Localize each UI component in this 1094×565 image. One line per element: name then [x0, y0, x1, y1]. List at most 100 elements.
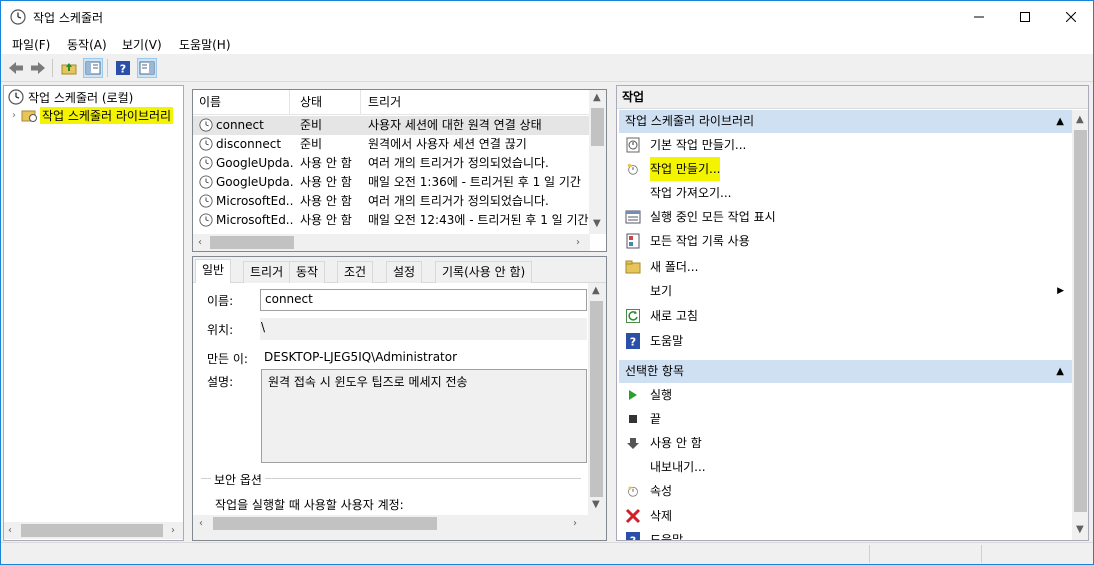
description-field[interactable]: 원격 접속 시 윈도우 팁즈로 메세지 전송: [261, 369, 587, 463]
status-cell: [981, 545, 1091, 563]
detail-vertical-scrollbar[interactable]: ▲ ▼: [588, 283, 605, 515]
scroll-right-icon[interactable]: ›: [573, 518, 577, 529]
action-end[interactable]: 끝: [619, 407, 1072, 431]
scroll-right-icon[interactable]: ›: [576, 237, 580, 248]
tree-horizontal-scrollbar[interactable]: ‹ ›: [4, 522, 183, 539]
tab-settings[interactable]: 설정: [386, 261, 423, 283]
column-header-status[interactable]: 상태: [294, 90, 361, 115]
back-button[interactable]: [6, 58, 26, 78]
scroll-up-icon[interactable]: ▲: [592, 285, 600, 296]
scroll-thumb[interactable]: [21, 524, 163, 537]
task-list-horizontal-scrollbar[interactable]: ‹ ›: [193, 234, 590, 251]
actions-pane: 작업 작업 스케줄러 라이브러리 ▲ 기본 작업 만들기... 작업 만들기..…: [616, 85, 1089, 541]
task-status: 준비: [300, 137, 323, 151]
scroll-thumb[interactable]: [210, 236, 294, 249]
task-name: MicrosoftEd...: [216, 194, 294, 208]
scroll-thumb[interactable]: [1074, 130, 1087, 512]
menu-view[interactable]: 보기(V): [122, 36, 162, 53]
task-trigger: 여러 개의 트리거가 정의되었습니다.: [368, 194, 549, 208]
action-new-folder[interactable]: 새 폴더...: [619, 255, 1072, 279]
column-header-name[interactable]: 이름: [193, 90, 290, 115]
scroll-up-icon[interactable]: ▲: [1076, 114, 1084, 125]
action-export[interactable]: 내보내기...: [619, 455, 1072, 479]
tab-triggers[interactable]: 트리거: [243, 261, 291, 283]
clock-app-icon: [10, 9, 26, 25]
title-bar[interactable]: 작업 스케줄러: [1, 1, 1093, 32]
task-list-vertical-scrollbar[interactable]: ▲ ▼: [589, 90, 606, 234]
scroll-down-icon[interactable]: ▼: [593, 218, 601, 229]
action-create-task[interactable]: 작업 만들기...: [619, 157, 1072, 181]
action-help-selected[interactable]: ? 도움말: [619, 528, 1072, 540]
menu-file[interactable]: 파일(F): [12, 36, 50, 53]
task-trigger: 사용자 세션에 대한 원격 연결 상태: [368, 118, 542, 132]
help-button[interactable]: ?: [113, 58, 133, 78]
close-button[interactable]: [1048, 1, 1093, 32]
scroll-up-icon[interactable]: ▲: [593, 92, 601, 103]
tab-history[interactable]: 기록(사용 안 함): [435, 261, 533, 283]
chevron-right-icon[interactable]: ›: [12, 110, 16, 121]
general-tab-content: 이름: connect 위치: \ 만든 이: DESKTOP-LJEG5IQ\…: [193, 283, 588, 515]
task-trigger: 원격에서 사용자 세션 연결 끊기: [368, 137, 527, 151]
collapse-up-icon[interactable]: ▲: [1056, 360, 1064, 383]
scroll-thumb[interactable]: [591, 108, 604, 146]
action-run[interactable]: 실행: [619, 383, 1072, 407]
action-refresh[interactable]: 새로 고침: [619, 304, 1072, 328]
action-label: 실행 중인 모든 작업 표시: [650, 210, 776, 224]
action-import-task[interactable]: 작업 가져오기...: [619, 181, 1072, 205]
tab-general[interactable]: 일반: [195, 259, 232, 284]
scroll-left-icon[interactable]: ‹: [8, 525, 12, 536]
folder-up-icon: [61, 63, 77, 75]
run-icon: [625, 387, 641, 403]
scroll-down-icon[interactable]: ▼: [1076, 524, 1084, 535]
tree-item-library[interactable]: › 작업 스케줄러 라이브러리: [12, 106, 174, 124]
tree-root[interactable]: 작업 스케줄러 (로컬): [8, 89, 133, 105]
action-display-running-tasks[interactable]: 실행 중인 모든 작업 표시: [619, 205, 1072, 229]
section-library-title: 작업 스케줄러 라이브러리: [625, 114, 755, 128]
detail-horizontal-scrollbar[interactable]: ‹ ›: [193, 515, 606, 532]
menu-action[interactable]: 동작(A): [67, 36, 107, 53]
task-row[interactable]: MicrosoftEd... 사용 안 함 매일 오전 12:43에 - 트리거…: [193, 211, 590, 230]
console-tree-pane[interactable]: 작업 스케줄러 (로컬) › 작업 스케줄러 라이브러리 ‹ ›: [3, 85, 184, 541]
task-status: 준비: [300, 118, 323, 132]
action-help-library[interactable]: ? 도움말: [619, 329, 1072, 353]
properties-icon: [625, 483, 641, 499]
task-row[interactable]: GoogleUpda... 사용 안 함 여러 개의 트리거가 정의되었습니다.: [193, 154, 590, 173]
task-row[interactable]: connect 준비 사용자 세션에 대한 원격 연결 상태: [193, 116, 590, 135]
section-selected-item-header[interactable]: 선택한 항목 ▲: [619, 360, 1072, 383]
scroll-left-icon[interactable]: ‹: [199, 518, 203, 529]
minimize-button[interactable]: [956, 1, 1002, 32]
action-disable[interactable]: 사용 안 함: [619, 431, 1072, 455]
scroll-down-icon[interactable]: ▼: [592, 499, 600, 510]
column-header-trigger[interactable]: 트리거: [362, 90, 590, 115]
task-row[interactable]: MicrosoftEd... 사용 안 함 여러 개의 트리거가 정의되었습니다…: [193, 192, 590, 211]
name-field[interactable]: connect: [260, 289, 587, 311]
tab-conditions[interactable]: 조건: [337, 261, 374, 283]
action-delete[interactable]: 삭제: [619, 504, 1072, 528]
show-console-tree-button[interactable]: [83, 58, 103, 78]
forward-button[interactable]: [28, 58, 48, 78]
action-view[interactable]: 보기 ▶: [619, 279, 1072, 303]
scroll-right-icon[interactable]: ›: [171, 525, 175, 536]
author-value[interactable]: DESKTOP-LJEG5IQ\Administrator: [264, 350, 457, 364]
toolbar-separator: [52, 59, 53, 77]
scroll-thumb[interactable]: [590, 301, 603, 497]
action-create-basic-task[interactable]: 기본 작업 만들기...: [619, 133, 1072, 157]
action-enable-history[interactable]: 모든 작업 기록 사용: [619, 229, 1072, 253]
up-one-level-button[interactable]: [59, 58, 79, 78]
task-row[interactable]: disconnect 준비 원격에서 사용자 세션 연결 끊기: [193, 135, 590, 154]
task-row[interactable]: GoogleUpda... 사용 안 함 매일 오전 1:36에 - 트리거된 …: [193, 173, 590, 192]
menu-help[interactable]: 도움말(H): [179, 36, 231, 53]
toolbar: ?: [1, 55, 1093, 82]
task-list-pane[interactable]: 이름 상태 트리거 connect 준비 사용자 세션에 대한 원격 연결 상태…: [192, 89, 607, 252]
task-scheduler-window: 작업 스케줄러 파일(F) 동작(A) 보기(V) 도움말(H) ? 작업 스케…: [0, 0, 1094, 565]
actions-vertical-scrollbar[interactable]: ▲ ▼: [1072, 110, 1088, 540]
action-properties[interactable]: 속성: [619, 479, 1072, 503]
collapse-up-icon[interactable]: ▲: [1056, 110, 1064, 133]
section-library-header[interactable]: 작업 스케줄러 라이브러리 ▲: [619, 110, 1072, 133]
scroll-thumb[interactable]: [213, 517, 437, 530]
location-value[interactable]: \: [261, 320, 265, 334]
tab-actions[interactable]: 동작: [289, 261, 326, 283]
show-action-pane-button[interactable]: [137, 58, 157, 78]
maximize-button[interactable]: [1002, 1, 1048, 32]
scroll-left-icon[interactable]: ‹: [198, 237, 202, 248]
